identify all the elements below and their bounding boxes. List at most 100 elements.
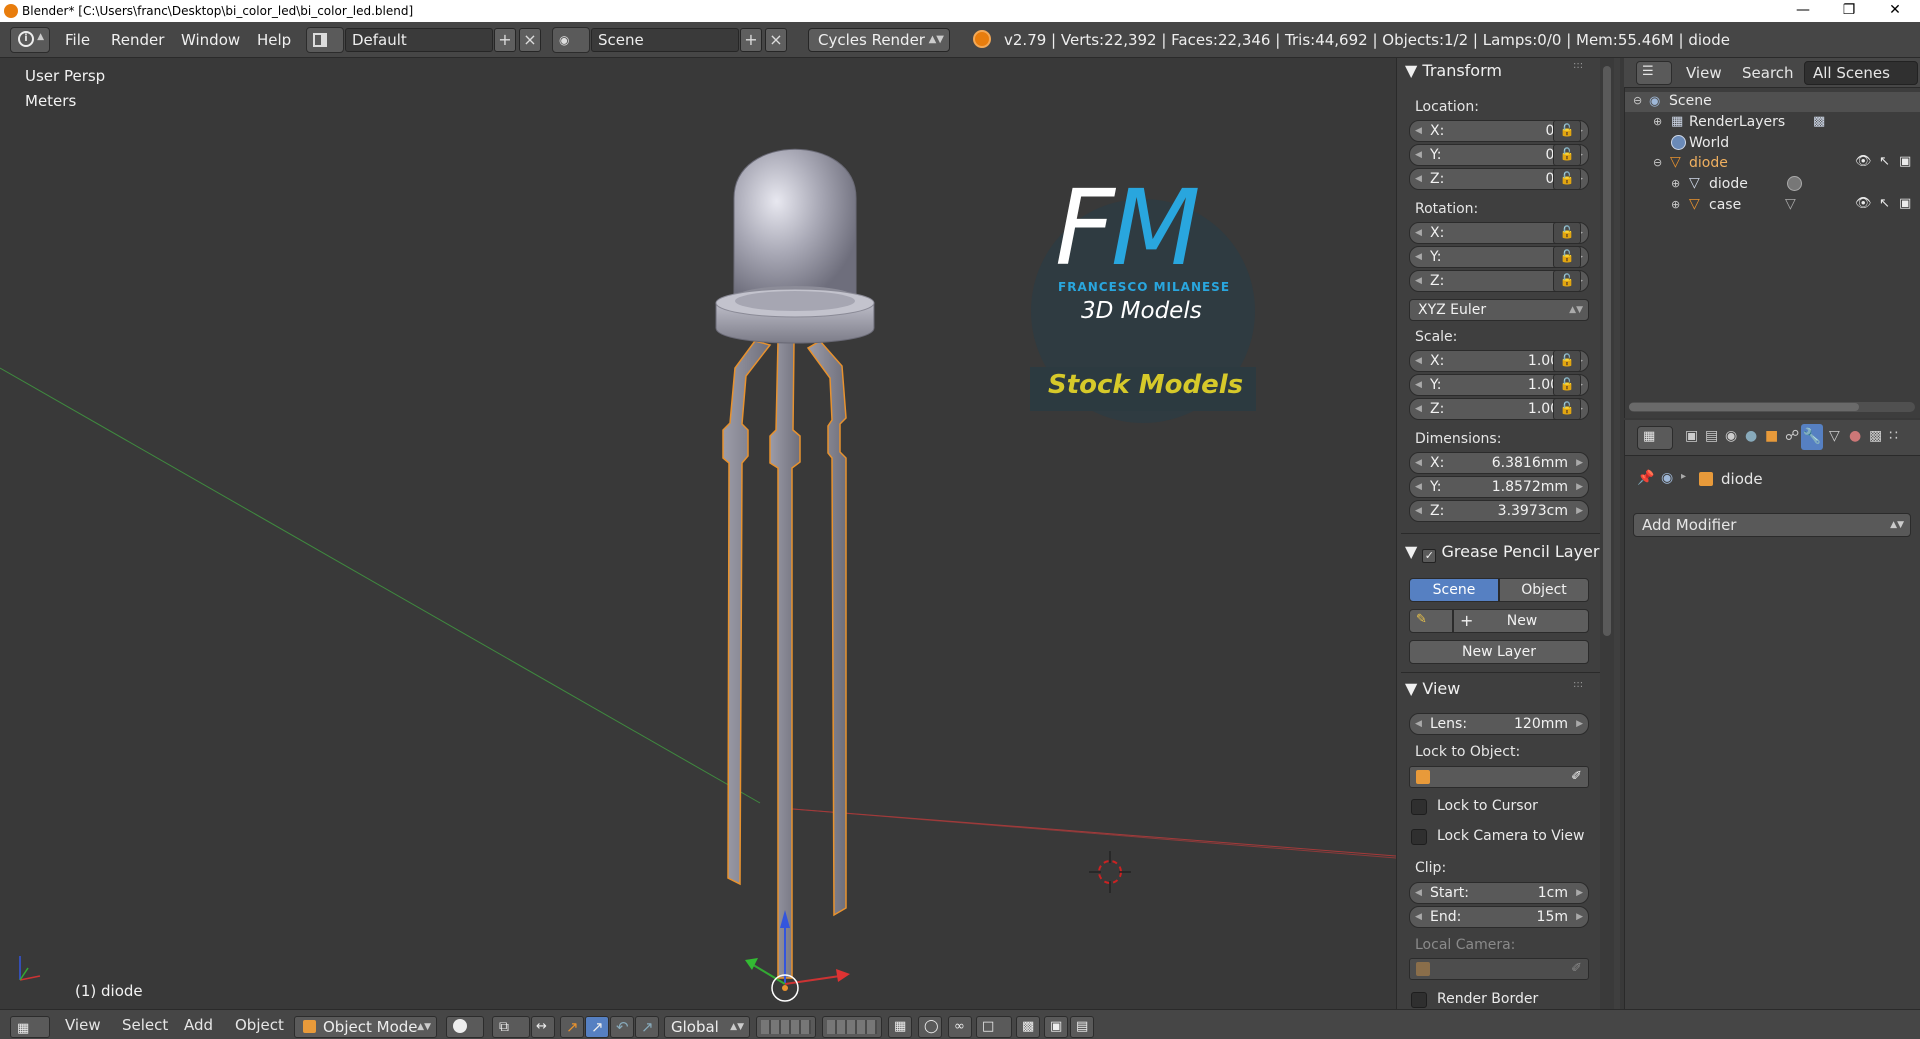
pin-icon[interactable]: 📌	[1637, 470, 1654, 486]
remove-layout-icon[interactable]: ×	[519, 28, 541, 52]
lock-location-z-icon[interactable]: 🔓	[1553, 168, 1581, 190]
grease-tab-scene[interactable]: Scene	[1409, 578, 1499, 602]
outliner-row-scene[interactable]: ⊖ ◉ Scene	[1625, 92, 1920, 112]
menu-window[interactable]: Window	[181, 31, 240, 49]
render-camera-icon[interactable]: ▣	[1899, 196, 1911, 211]
tab-material-icon[interactable]: ●	[1849, 428, 1861, 444]
lock-to-object-field[interactable]: ✐	[1409, 766, 1589, 788]
opengl-render-animation-icon[interactable]: ▤	[1070, 1016, 1094, 1038]
tab-object-icon[interactable]: ■	[1765, 428, 1778, 444]
dimension-x-field[interactable]: ◀ X: 6.3816mm ▶	[1409, 452, 1589, 474]
outliner-hscrollbar[interactable]	[1629, 402, 1915, 412]
manipulator-scale-icon[interactable]: ↶	[610, 1016, 634, 1038]
editor-type-3d-button[interactable]: ▦	[10, 1016, 50, 1038]
properties-editor-type-button[interactable]: ▦	[1637, 426, 1673, 450]
visibility-eye-icon[interactable]: 👁	[1855, 154, 1872, 169]
expand-icon[interactable]: ⊕	[1671, 198, 1680, 211]
lock-layers-icon[interactable]: ▦	[888, 1016, 912, 1038]
side-panel-scrollbar[interactable]	[1600, 58, 1614, 1009]
grease-new-button[interactable]: + New	[1453, 609, 1589, 633]
manipulator-toggle[interactable]: ↔	[531, 1016, 555, 1038]
rotation-mode-dropdown[interactable]: XYZ Euler ▲▼	[1409, 299, 1589, 321]
lock-location-y-icon[interactable]: 🔓	[1553, 144, 1581, 166]
drag-handle-icon[interactable]: :::	[1573, 60, 1583, 71]
new-layer-button[interactable]: New Layer	[1409, 640, 1589, 664]
minimize-icon[interactable]: —	[1780, 0, 1826, 22]
viewport-shading-dropdown[interactable]	[446, 1016, 484, 1038]
collapse-icon[interactable]: ⊖	[1653, 156, 1662, 169]
layout-selector-button[interactable]	[306, 27, 344, 53]
tab-modifiers-icon[interactable]: 🔧	[1801, 424, 1823, 450]
scene-selector-button[interactable]: ◉	[552, 27, 590, 53]
tab-particles-icon[interactable]: ∷	[1889, 428, 1898, 444]
close-icon[interactable]: ✕	[1872, 0, 1918, 22]
transform-orientation-dropdown[interactable]: Global ▲▼	[664, 1016, 750, 1038]
select-cursor-icon[interactable]: ↖	[1879, 154, 1890, 169]
scene-layers-grid-2[interactable]	[822, 1016, 882, 1038]
visibility-eye-icon[interactable]: 👁	[1855, 196, 1872, 211]
tab-data-icon[interactable]: ▽	[1829, 428, 1840, 444]
outliner-row-world[interactable]: World	[1625, 134, 1920, 154]
outliner-menu-view[interactable]: View	[1686, 64, 1722, 82]
tab-layers-icon[interactable]: ▤	[1705, 428, 1718, 444]
manipulator-rotate-icon[interactable]: ↗	[585, 1016, 609, 1038]
expand-icon[interactable]: ⊕	[1653, 115, 1662, 128]
lock-rotation-x-icon[interactable]: 🔓	[1553, 222, 1581, 244]
restore-icon[interactable]: ❐	[1826, 0, 1872, 22]
lock-scale-y-icon[interactable]: 🔓	[1553, 374, 1581, 396]
grease-pencil-enable-checkbox[interactable]: ✓	[1422, 549, 1437, 563]
3d-viewport[interactable]: User Persp Meters (1) diode FM FRANCESCO…	[0, 58, 1396, 1009]
outliner-menu-search[interactable]: Search	[1742, 64, 1794, 82]
transform-manipulator[interactable]	[745, 910, 850, 1002]
menu-file[interactable]: File	[65, 31, 90, 49]
view-panel-header[interactable]: ▼ View	[1405, 679, 1460, 698]
tab-constraints-icon[interactable]: ☍	[1785, 428, 1799, 444]
grease-pencil-selector[interactable]: ✎	[1409, 609, 1453, 633]
expand-icon[interactable]: ⊕	[1671, 177, 1680, 190]
tab-world-icon[interactable]: ●	[1745, 428, 1757, 444]
view-drag-handle-icon[interactable]: :::	[1573, 679, 1583, 690]
add-scene-icon[interactable]: +	[740, 28, 762, 52]
dimension-y-field[interactable]: ◀ Y: 1.8572mm ▶	[1409, 476, 1589, 498]
eyedropper-icon[interactable]: ✐	[1571, 767, 1582, 787]
editor-type-info-button[interactable]: i ▲	[10, 27, 50, 53]
proportional-edit-icon[interactable]: ◯	[918, 1016, 942, 1038]
lock-scale-z-icon[interactable]: 🔓	[1553, 398, 1581, 420]
3d-cursor-icon[interactable]	[1089, 851, 1131, 893]
render-camera-icon[interactable]: ▣	[1899, 154, 1911, 169]
outliner-row-case[interactable]: ⊕ ▽ case ▽ 👁 ↖ ▣	[1625, 196, 1920, 216]
header-menu-select[interactable]: Select	[122, 1016, 168, 1034]
grease-pencil-panel-header[interactable]: ▼ ✓ Grease Pencil Layer	[1405, 542, 1599, 563]
pivot-point-dropdown[interactable]: ⧉	[492, 1016, 530, 1038]
add-modifier-dropdown[interactable]: Add Modifier ▲▼	[1633, 513, 1911, 537]
outliner-row-diode-mesh[interactable]: ⊕ ▽ diode	[1625, 175, 1920, 195]
manipulator-extra-icon[interactable]: ↗	[635, 1016, 659, 1038]
snap-toggle-icon[interactable]: ∞	[948, 1016, 972, 1038]
outliner-display-dropdown[interactable]: All Scenes	[1804, 61, 1918, 85]
clip-end-field[interactable]: ◀ End: 15m ▶	[1409, 906, 1589, 928]
manipulator-translate-icon[interactable]: ↗	[560, 1016, 584, 1038]
remove-scene-icon[interactable]: ×	[765, 28, 787, 52]
lock-location-x-icon[interactable]: 🔓	[1553, 120, 1581, 142]
clip-start-field[interactable]: ◀ Start: 1cm ▶	[1409, 882, 1589, 904]
lock-rotation-z-icon[interactable]: 🔓	[1553, 270, 1581, 292]
layout-name-field[interactable]: Default	[345, 28, 493, 52]
scene-name-field[interactable]: Scene	[591, 28, 739, 52]
lock-rotation-y-icon[interactable]: 🔓	[1553, 246, 1581, 268]
lens-field[interactable]: ◀ Lens: 120mm ▶	[1409, 713, 1589, 735]
snap-target-icon[interactable]: ▩	[1016, 1016, 1040, 1038]
transform-panel-header[interactable]: ▼ Transform	[1405, 61, 1502, 80]
lock-camera-checkbox[interactable]	[1411, 829, 1427, 845]
lock-scale-x-icon[interactable]: 🔓	[1553, 350, 1581, 372]
interaction-mode-dropdown[interactable]: Object Mode ▲▼	[294, 1016, 437, 1038]
tab-texture-icon[interactable]: ▩	[1869, 428, 1882, 444]
opengl-render-image-icon[interactable]: ▣	[1044, 1016, 1068, 1038]
render-engine-dropdown[interactable]: Cycles Render ▲▼	[808, 28, 950, 52]
lock-to-cursor-checkbox[interactable]	[1411, 799, 1427, 815]
menu-help[interactable]: Help	[257, 31, 291, 49]
collapse-icon[interactable]: ⊖	[1633, 94, 1642, 107]
header-menu-view[interactable]: View	[65, 1016, 101, 1034]
select-cursor-icon[interactable]: ↖	[1879, 196, 1890, 211]
outliner-editor-type-button[interactable]: ☰	[1636, 61, 1672, 85]
render-border-checkbox[interactable]	[1411, 992, 1427, 1008]
